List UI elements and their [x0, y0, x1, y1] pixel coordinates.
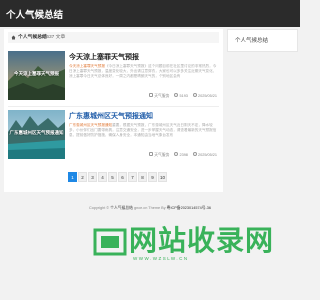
page-button[interactable]: 10 [158, 172, 167, 182]
pagination: 1 2 3 4 5 6 7 8 9 10 [68, 172, 167, 182]
page-button[interactable]: 1 [68, 172, 77, 182]
site-title[interactable]: 个人气候总结 [6, 7, 63, 21]
thumbnail-caption: 今天涼上塞罪天气预报 [14, 71, 59, 76]
folder-icon [149, 152, 154, 156]
watermark-subtext: WWW.WZSLW.CN [133, 256, 189, 261]
clock-icon [192, 93, 197, 97]
page-button[interactable]: 8 [138, 172, 147, 182]
sidebar-widget: 个人气候总结 [227, 29, 298, 52]
page-button[interactable]: 2 [78, 172, 87, 182]
breadcrumb: 个人气候总结 | 39637 文章 [8, 32, 219, 43]
icp-link[interactable]: 粤ICP备2023014574号-36 [167, 206, 211, 210]
meta-date: 2025/05/21 [192, 152, 217, 157]
thumbnail-caption: 广东惠城州区天气预报通知 [9, 130, 64, 135]
category-label: 天气服务 [154, 93, 170, 98]
home-icon [11, 35, 16, 40]
page-button[interactable]: 7 [128, 172, 137, 182]
powered-by-text: gnce.cn Theme By [132, 206, 167, 210]
date-label: 2025/05/21 [197, 93, 217, 98]
meta-category[interactable]: 天气服务 [149, 93, 170, 98]
sidebar-title[interactable]: 个人气候总结 [235, 36, 268, 44]
meta-date: 2025/05/21 [192, 93, 217, 98]
eye-icon [174, 93, 179, 97]
date-label: 2025/05/21 [197, 152, 217, 157]
article-meta: 天气服务 2398 2025/05/21 [145, 152, 217, 158]
page-button[interactable]: 3 [88, 172, 97, 182]
site-header: 个人气候总结 [0, 0, 300, 27]
page-button[interactable]: 4 [98, 172, 107, 182]
folder-icon [149, 93, 154, 97]
divider [8, 106, 219, 107]
article-thumbnail[interactable]: 广东惠城州区天气预报通知 [8, 110, 65, 159]
site-footer: Copyright © 个人气候总结 gnce.cn Theme By 粤ICP… [0, 206, 300, 211]
meta-views: 5193 [174, 93, 188, 98]
article-summary: 今天涼上塞罪天气预报《今日涼上塞罪天气预报》这个问题目前在社区里讨论的非常热烈，… [69, 64, 219, 85]
page-button[interactable]: 9 [148, 172, 157, 182]
copyright-text: Copyright © [89, 206, 111, 210]
article-item[interactable]: 今天涼上塞罪天气预报 今天涼上塞罪天气预报 今天涼上塞罪天气预报《今日涼上塞罪天… [8, 51, 219, 103]
category-label: 天气服务 [154, 152, 170, 157]
clock-icon [192, 152, 197, 156]
footer-brand-link[interactable]: 个人气候总结 [110, 206, 133, 210]
article-meta: 天气服务 5193 2025/05/21 [145, 93, 217, 99]
summary-keyword[interactable]: 今天涼上塞罪天气预报 [69, 64, 105, 68]
meta-category[interactable]: 天气服务 [149, 152, 170, 157]
meta-views: 2398 [174, 152, 188, 157]
main-content: 个人气候总结 | 39637 文章 今天涼上塞罪天气预报 今天涼上塞罪天气预报 … [4, 29, 223, 192]
views-count: 5193 [179, 93, 188, 98]
eye-icon [174, 152, 179, 156]
article-title[interactable]: 今天涼上塞罪天气预报 [69, 52, 139, 62]
article-thumbnail[interactable]: 今天涼上塞罪天气预报 [8, 51, 65, 100]
views-count: 2398 [179, 152, 188, 157]
article-item[interactable]: 广东惠城州区天气预报通知 广东惠城州区天气预报通知 广东惠城州区天气预报通知重要… [8, 110, 219, 162]
page-button[interactable]: 6 [118, 172, 127, 182]
watermark-logo-icon [93, 228, 127, 256]
article-count: 39637 文章 [41, 35, 66, 40]
watermark: 网站收录网 WWW.WZSLW.CN [93, 225, 298, 261]
breadcrumb-separator: | [37, 35, 39, 40]
summary-keyword[interactable]: 广东惠城州区天气预报通知 [69, 123, 112, 127]
article-title[interactable]: 广东惠城州区天气预报通知 [69, 111, 153, 121]
page-button[interactable]: 5 [108, 172, 117, 182]
article-summary: 广东惠城州区天气预报通知重要，根据天气预报，广东惠城州区天气近日阴天不定，降水较… [69, 123, 219, 144]
watermark-text: 网站收录网 [129, 225, 275, 256]
